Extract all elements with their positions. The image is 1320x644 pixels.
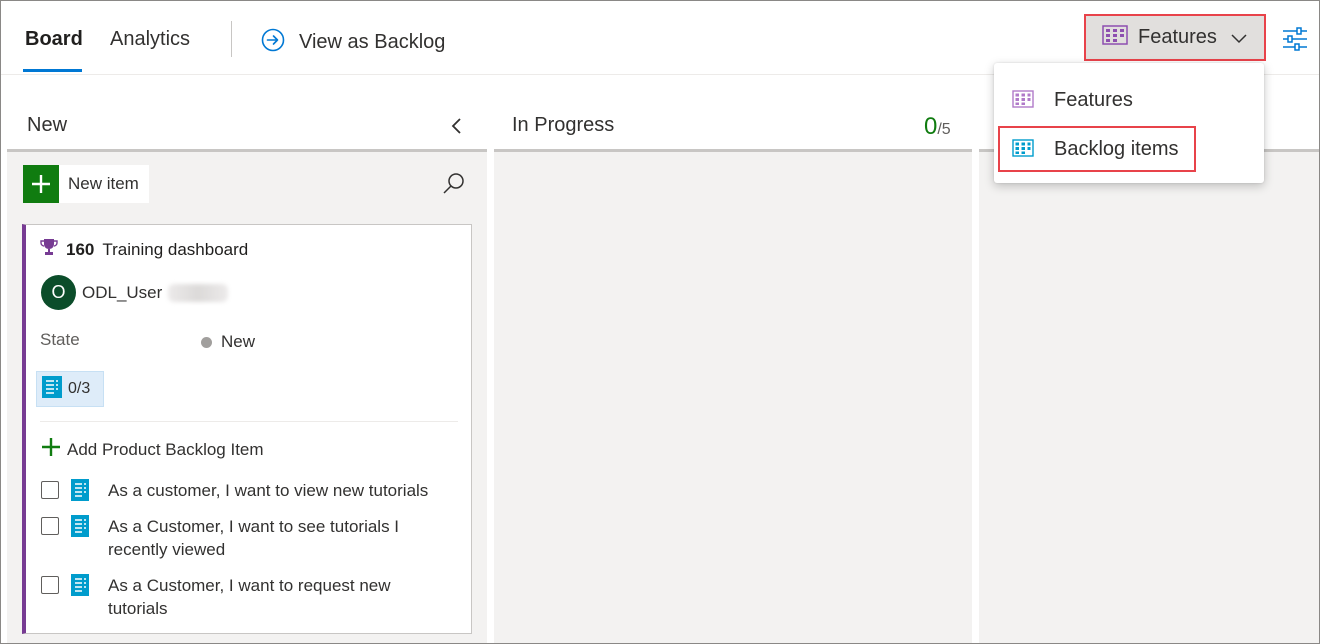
menu-item-backlog-items[interactable]: Backlog items (998, 126, 1196, 172)
card-separator (40, 421, 458, 422)
backlog-item-icon (71, 479, 89, 506)
children-progress-text: 0/3 (68, 380, 91, 397)
child-item-title[interactable]: As a customer, I want to view new tutori… (108, 479, 453, 502)
state-dot-icon (201, 336, 212, 348)
list-item: As a Customer, I want to see tutorials I… (41, 515, 453, 561)
new-item-button[interactable]: New item (23, 165, 149, 203)
state-field[interactable]: New (201, 332, 255, 352)
child-item-title[interactable]: As a Customer, I want to see tutorials I… (108, 515, 453, 561)
column-header-new: New (27, 114, 68, 136)
active-tab-indicator (23, 69, 82, 72)
state-value: New (221, 332, 256, 351)
backlog-item-icon (71, 574, 89, 601)
header-divider (231, 21, 232, 57)
menu-item-features[interactable]: Features (994, 77, 1264, 123)
grid-board-icon (1102, 25, 1128, 50)
assignee[interactable]: O ODL_User (41, 275, 229, 310)
chevron-down-icon (1230, 29, 1248, 52)
redacted-text (168, 283, 229, 302)
card-title-row: 160 Training dashboard (40, 238, 248, 261)
child-checkbox[interactable] (41, 576, 59, 594)
avatar: O (41, 275, 76, 310)
menu-item-label: Features (1054, 88, 1133, 111)
plus-icon (41, 437, 61, 462)
column-header-in-progress: In Progress (512, 114, 615, 136)
app-frame: Board Analytics View as Backlog Features… (0, 0, 1320, 644)
card-title[interactable]: Training dashboard (102, 240, 248, 260)
backlog-item-icon (71, 515, 89, 542)
column-body-third (979, 152, 1319, 643)
children-progress-badge[interactable]: 0/3 (36, 371, 104, 407)
menu-item-label: Backlog items (1054, 137, 1179, 160)
backlog-level-label: Features (1138, 26, 1217, 48)
card-id: 160 (66, 239, 95, 259)
child-item-title[interactable]: As a Customer, I want to request new tut… (108, 574, 453, 620)
grid-board-icon (1012, 90, 1034, 113)
search-icon[interactable] (442, 171, 466, 200)
chevron-left-icon[interactable] (449, 116, 465, 141)
view-as-backlog-label: View as Backlog (299, 31, 446, 53)
column-body-in-progress (494, 152, 972, 643)
work-item-card[interactable]: 160 Training dashboard O ODL_User State … (22, 224, 472, 634)
child-checkbox[interactable] (41, 481, 59, 499)
view-as-backlog-button[interactable]: View as Backlog (261, 28, 445, 57)
tab-analytics[interactable]: Analytics (110, 28, 190, 51)
backlog-item-icon (42, 375, 62, 403)
arrow-circle-right-icon (261, 28, 285, 57)
new-item-label: New item (68, 174, 139, 193)
child-checkbox[interactable] (41, 517, 59, 535)
settings-sliders-icon[interactable] (1282, 26, 1308, 57)
list-item: As a Customer, I want to request new tut… (41, 574, 453, 620)
list-item: As a customer, I want to view new tutori… (41, 479, 453, 506)
grid-board-icon (1012, 139, 1034, 162)
add-product-backlog-item-button[interactable]: Add Product Backlog Item (41, 437, 264, 462)
backlog-level-button[interactable]: Features (1084, 14, 1266, 61)
assignee-name: ODL_User (82, 282, 163, 302)
tab-board[interactable]: Board (25, 28, 83, 51)
add-product-backlog-item-label: Add Product Backlog Item (67, 439, 264, 459)
trophy-icon (40, 238, 58, 261)
wip-limit: 0/5 (924, 113, 951, 140)
backlog-level-dropdown: Features Backlog items (994, 63, 1264, 183)
state-label: State (40, 330, 80, 349)
plus-icon (23, 165, 59, 203)
